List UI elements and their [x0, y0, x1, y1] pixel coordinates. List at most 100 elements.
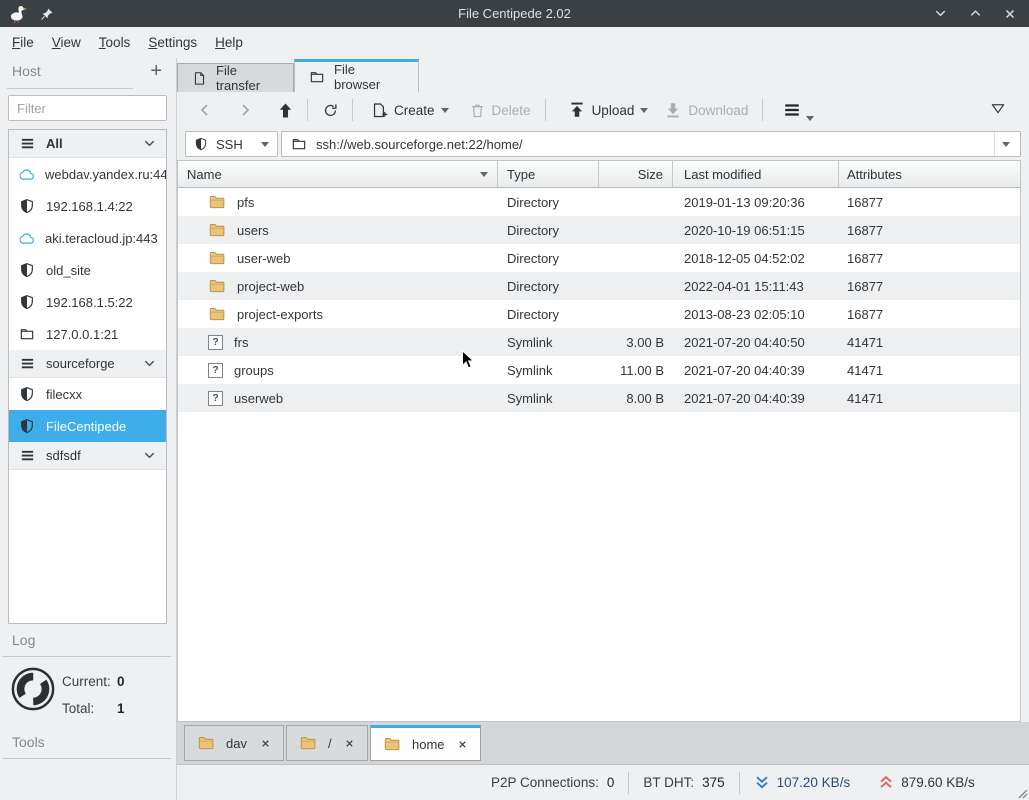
column-header-modified[interactable]: Last modified: [673, 161, 839, 187]
sidebar-item-filecxx[interactable]: filecxx: [9, 378, 166, 410]
table-row-pfs[interactable]: pfs Directory 2019-01-13 09:20:36 16877: [178, 188, 1020, 216]
maximize-button[interactable]: [968, 6, 983, 21]
shield-icon: [18, 386, 36, 402]
tab-file-transfer[interactable]: File transfer: [177, 63, 294, 93]
main-tabbar: File transfer File browser: [177, 58, 1029, 93]
sidebar-item-127-0-0-1[interactable]: 127.0.0.1:21: [9, 318, 166, 350]
sidebar-group-sdfsdf[interactable]: sdfsdf: [9, 442, 166, 470]
column-header-type[interactable]: Type: [498, 161, 599, 187]
close-tab-icon[interactable]: [457, 739, 468, 750]
folder-icon: [208, 221, 226, 239]
mouse-cursor: [461, 350, 475, 370]
dropdown-caret-icon: [261, 141, 269, 147]
download-button[interactable]: Download: [660, 99, 752, 121]
table-row-project-web[interactable]: project-web Directory 2022-04-01 15:11:4…: [178, 272, 1020, 300]
unknown-file-icon: ?: [208, 334, 223, 350]
chevron-down-icon: [142, 136, 157, 151]
shield-icon: [18, 418, 36, 434]
menu-tools[interactable]: Tools: [99, 35, 131, 50]
upload-speed: 879.60 KB/s: [878, 775, 975, 791]
app-logo-goose-icon: [8, 4, 28, 24]
unknown-file-icon: ?: [208, 390, 223, 406]
table-row-groups[interactable]: ? groups Symlink 11.00 B 2021-07-20 04:40…: [178, 356, 1020, 384]
sidebar-item-old-site[interactable]: old_site: [9, 254, 166, 286]
hamburger-icon: [18, 136, 36, 151]
minimize-button[interactable]: [933, 6, 948, 21]
menubar: File View Tools Settings Help: [0, 27, 1029, 58]
close-button[interactable]: [1003, 7, 1017, 21]
up-directory-button[interactable]: [273, 98, 297, 122]
titlebar: File Centipede 2.02: [0, 0, 1029, 27]
tab-file-browser[interactable]: File browser: [294, 59, 419, 92]
p2p-connections-label: P2P Connections:: [491, 775, 599, 790]
path-tab-dav[interactable]: dav: [184, 725, 284, 761]
path-tabbar: dav / home: [177, 722, 1029, 764]
table-row-frs[interactable]: ? frs Symlink 3.00 B 2021-07-20 04:40:50 …: [178, 328, 1020, 356]
sidebar-group-sourceforge[interactable]: sourceforge: [9, 350, 166, 378]
folder-icon: [18, 326, 36, 342]
sidebar: Host + All webdav.yandex.ru:443 192.168.…: [0, 58, 176, 800]
table-row-userweb[interactable]: ? userweb Symlink 8.00 B 2021-07-20 04:40…: [178, 384, 1020, 412]
address-input[interactable]: [316, 136, 985, 152]
trash-icon: [469, 102, 486, 119]
table-body: pfs Directory 2019-01-13 09:20:36 16877 …: [178, 188, 1020, 412]
sidebar-item-192-168-1-5[interactable]: 192.168.1.5:22: [9, 286, 166, 318]
main-content: File transfer File browser Create Delete…: [176, 58, 1029, 800]
upload-icon: [568, 101, 586, 119]
sort-descending-icon: [480, 171, 488, 177]
add-host-button[interactable]: +: [150, 61, 162, 81]
total-label: Total:: [62, 701, 95, 716]
menu-file[interactable]: File: [12, 35, 34, 50]
protocol-value: SSH: [216, 136, 243, 152]
resize-grip[interactable]: [1018, 789, 1028, 799]
total-value: 1: [117, 701, 125, 716]
protocol-select[interactable]: SSH: [185, 131, 278, 157]
column-header-attributes[interactable]: Attributes: [839, 161, 1020, 187]
path-tab-home[interactable]: home: [370, 725, 481, 761]
sidebar-item-webdav-yandex[interactable]: webdav.yandex.ru:443: [9, 158, 166, 190]
path-tab-root[interactable]: /: [286, 725, 368, 761]
delete-button[interactable]: Delete: [465, 100, 535, 121]
divider: [7, 88, 133, 89]
filter-input[interactable]: [8, 95, 167, 121]
refresh-button[interactable]: [318, 98, 342, 122]
folder-icon: [208, 193, 226, 211]
separator: [544, 99, 546, 121]
filter-files-button[interactable]: [989, 101, 1007, 119]
host-panel-label: Host: [12, 63, 41, 79]
table-row-user-web[interactable]: user-web Directory 2018-12-05 04:52:02 1…: [178, 244, 1020, 272]
double-chevron-up-icon: [878, 775, 894, 791]
column-header-name[interactable]: Name: [178, 161, 498, 187]
sidebar-item-filecentipede[interactable]: FileCentipede: [9, 410, 166, 442]
sidebar-item-192-168-1-4[interactable]: 192.168.1.4:22: [9, 190, 166, 222]
folder-icon: [208, 249, 226, 267]
close-tab-icon[interactable]: [260, 738, 271, 749]
toolbar-menu-button[interactable]: [781, 101, 815, 121]
menu-settings[interactable]: Settings: [148, 35, 197, 50]
address-dropdown-button[interactable]: [994, 132, 1016, 156]
table-row-users[interactable]: users Directory 2020-10-19 06:51:15 1687…: [178, 216, 1020, 244]
forward-button[interactable]: [233, 98, 257, 122]
divider: [3, 656, 171, 657]
pin-icon[interactable]: [40, 7, 54, 21]
table-header: Name Type Size Last modified Attributes: [178, 160, 1020, 188]
menu-view[interactable]: View: [52, 35, 81, 50]
sidebar-group-all[interactable]: All: [9, 130, 166, 158]
download-icon: [664, 101, 682, 119]
table-row-project-exports[interactable]: project-exports Directory 2013-08-23 02:…: [178, 300, 1020, 328]
page-icon: [192, 71, 207, 86]
separator: [762, 99, 764, 121]
dropdown-caret-icon: [806, 116, 815, 121]
upload-button[interactable]: Upload: [564, 99, 653, 121]
cloud-icon: [18, 230, 35, 247]
create-button[interactable]: Create: [367, 100, 453, 121]
close-tab-icon[interactable]: [344, 738, 355, 749]
hamburger-icon: [781, 101, 803, 119]
back-button[interactable]: [193, 98, 217, 122]
column-header-size[interactable]: Size: [599, 161, 673, 187]
file-table: Name Type Size Last modified Attributes …: [177, 160, 1021, 722]
folder-icon: [197, 734, 215, 752]
menu-help[interactable]: Help: [215, 35, 243, 50]
folder-icon: [208, 305, 226, 323]
sidebar-item-aki-teracloud[interactable]: aki.teracloud.jp:443: [9, 222, 166, 254]
